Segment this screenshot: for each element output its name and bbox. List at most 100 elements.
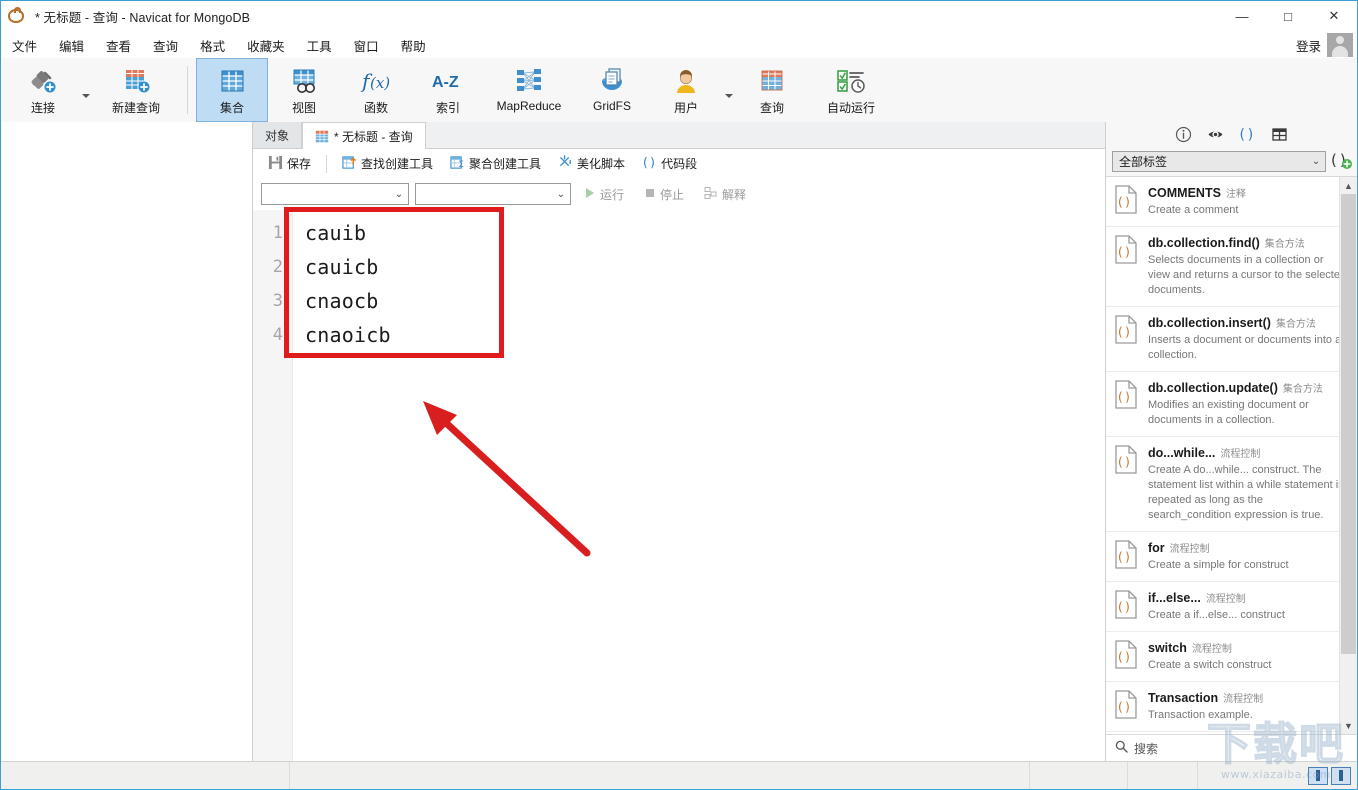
snippet-list[interactable]: ( ) COMMENTS 注释 Create a comment ( ) db.… bbox=[1106, 176, 1357, 734]
menu-window[interactable]: 窗口 bbox=[343, 33, 390, 58]
close-button[interactable]: ✕ bbox=[1311, 1, 1357, 31]
list-item[interactable]: ( ) db.collection.find() 集合方法 Selects do… bbox=[1106, 227, 1357, 307]
navicat-logo-icon bbox=[7, 6, 27, 26]
toolbar-collection[interactable]: 集合 bbox=[196, 58, 268, 122]
snippet-category: 流程控制 bbox=[1191, 644, 1232, 655]
menu-query[interactable]: 查询 bbox=[142, 33, 189, 58]
snippet-category: 流程控制 bbox=[1205, 594, 1246, 605]
list-item[interactable]: ( ) if...else... 流程控制 Create a if...else… bbox=[1106, 582, 1357, 632]
menu-tools[interactable]: 工具 bbox=[296, 33, 343, 58]
toolbar-gridfs[interactable]: GridFS bbox=[574, 58, 650, 122]
explain-button[interactable]: 解释 bbox=[697, 182, 753, 207]
menu-file[interactable]: 文件 bbox=[1, 33, 48, 58]
maximize-button[interactable]: □ bbox=[1265, 1, 1311, 31]
snippet-title: COMMENTS bbox=[1148, 186, 1221, 200]
query-tab-icon bbox=[315, 130, 329, 143]
menu-bar-right: 登录 bbox=[1296, 33, 1357, 57]
svg-text:( ): ( ) bbox=[1118, 245, 1130, 259]
chevron-up-icon[interactable]: ▲ bbox=[1340, 177, 1357, 194]
code-line: cauib bbox=[305, 221, 367, 245]
connection-dropdown-caret-icon[interactable] bbox=[79, 58, 93, 122]
aggregate-builder-button[interactable]: Σ 聚合创建工具 bbox=[443, 151, 548, 177]
toolbar-new-query[interactable]: 新建查询 bbox=[93, 58, 179, 122]
aggregate-builder-icon: Σ bbox=[450, 155, 465, 173]
add-snippet-icon[interactable]: ( ) bbox=[1331, 150, 1353, 173]
snippet-list-scrollbar[interactable]: ▲ ▼ bbox=[1339, 177, 1357, 734]
list-item[interactable]: ( ) db.collection.insert() 集合方法 Inserts … bbox=[1106, 307, 1357, 372]
query-combo-row: ⌄ ⌄ 运行 停止 解释 bbox=[253, 178, 1105, 210]
database-select[interactable]: ⌄ bbox=[415, 183, 571, 205]
query-editor-pane: 对象 * 无标题 - 查询 保存 查找创建工具 Σ 聚合创建工具 美化脚本 (… bbox=[253, 122, 1105, 761]
menu-view[interactable]: 查看 bbox=[95, 33, 142, 58]
info-icon[interactable] bbox=[1175, 125, 1193, 143]
toolbar-automation[interactable]: 自动运行 bbox=[808, 58, 894, 122]
toolbar-index[interactable]: A-Z 索引 bbox=[412, 58, 484, 122]
list-item[interactable]: ( ) switch 流程控制 Create a switch construc… bbox=[1106, 632, 1357, 682]
code-editor[interactable]: 1 2 3 4 cauib cauicb cnaocb cnaoicb bbox=[253, 210, 1105, 761]
save-button[interactable]: 保存 bbox=[261, 151, 318, 177]
run-icon bbox=[584, 187, 596, 202]
toolbar-query[interactable]: 查询 bbox=[736, 58, 808, 122]
index-icon: A-Z bbox=[430, 66, 466, 96]
beautify-script-button[interactable]: 美化脚本 bbox=[551, 151, 632, 177]
toolbar-view-label: 视图 bbox=[291, 101, 316, 115]
code-line: cnaoicb bbox=[305, 323, 391, 347]
snippet-search-box[interactable]: 搜索 bbox=[1106, 734, 1357, 761]
snippet-description: Inserts a document or documents into a c… bbox=[1148, 334, 1342, 361]
avatar-icon[interactable] bbox=[1327, 33, 1353, 57]
toolbar-group-connection: 连接 新建查询 bbox=[7, 58, 179, 122]
menu-favorites[interactable]: 收藏夹 bbox=[236, 33, 296, 58]
snippet-file-icon: ( ) bbox=[1114, 315, 1140, 345]
snippet-description: Selects documents in a collection or vie… bbox=[1148, 254, 1347, 296]
list-item[interactable]: ( ) do...while... 流程控制 Create A do...whi… bbox=[1106, 437, 1357, 532]
snippet-description: Create a if...else... construct bbox=[1148, 609, 1285, 621]
form-view-button[interactable] bbox=[1331, 766, 1351, 785]
stop-button[interactable]: 停止 bbox=[637, 182, 691, 207]
menu-help[interactable]: 帮助 bbox=[390, 33, 437, 58]
chevron-down-icon[interactable]: ▼ bbox=[1340, 717, 1357, 734]
connection-select[interactable]: ⌄ bbox=[261, 183, 409, 205]
list-item[interactable]: ( ) db.collection.update() 集合方法 Modifies… bbox=[1106, 372, 1357, 437]
list-item[interactable]: ( ) Transaction 流程控制 Transaction example… bbox=[1106, 682, 1357, 732]
toolbar-mapreduce[interactable]: MapReduce bbox=[484, 58, 574, 122]
user-dropdown-caret-icon[interactable] bbox=[722, 58, 736, 122]
snippet-description: Create a switch construct bbox=[1148, 659, 1272, 671]
editor-code-area[interactable]: cauib cauicb cnaocb cnaoicb bbox=[293, 210, 1105, 761]
snippet-title-row: switch 流程控制 bbox=[1148, 640, 1347, 655]
tab-untitled-query[interactable]: * 无标题 - 查询 bbox=[302, 122, 426, 149]
svg-text:(x): (x) bbox=[370, 74, 390, 92]
run-button[interactable]: 运行 bbox=[577, 182, 631, 207]
toolbar-function[interactable]: f (x) 函数 bbox=[340, 58, 412, 122]
svg-text:( ): ( ) bbox=[1118, 325, 1130, 339]
code-snippet-button[interactable]: ( ) 代码段 bbox=[635, 151, 704, 177]
tab-objects[interactable]: 对象 bbox=[253, 122, 303, 148]
menu-edit[interactable]: 编辑 bbox=[48, 33, 95, 58]
login-button[interactable]: 登录 bbox=[1296, 36, 1321, 55]
object-explorer-pane[interactable] bbox=[1, 122, 253, 761]
snippet-title: db.collection.update() bbox=[1148, 381, 1278, 395]
scrollbar-thumb[interactable] bbox=[1341, 194, 1356, 654]
query-toolbar-separator bbox=[326, 154, 328, 173]
grid-view-button[interactable] bbox=[1308, 766, 1328, 785]
toolbar-connection[interactable]: 连接 bbox=[7, 58, 79, 122]
toolbar-function-label: 函数 bbox=[363, 101, 388, 115]
list-item[interactable]: ( ) COMMENTS 注释 Create a comment bbox=[1106, 177, 1357, 227]
snippet-description: Create A do...while... construct. The st… bbox=[1148, 464, 1344, 521]
toolbar-user[interactable]: 用户 bbox=[650, 58, 722, 122]
find-builder-button[interactable]: 查找创建工具 bbox=[335, 151, 440, 177]
eye-icon[interactable] bbox=[1207, 125, 1225, 143]
search-icon bbox=[1115, 740, 1128, 756]
snippet-label-select[interactable]: 全部标签 ⌄ bbox=[1112, 150, 1326, 172]
snippet-file-icon: ( ) bbox=[1114, 445, 1140, 475]
toolbar-mapreduce-label: MapReduce bbox=[496, 99, 562, 113]
list-item[interactable]: ( ) for 流程控制 Create a simple for constru… bbox=[1106, 532, 1357, 582]
menu-format[interactable]: 格式 bbox=[189, 33, 236, 58]
snippet-file-icon: ( ) bbox=[1114, 185, 1140, 215]
code-snippet-icon[interactable]: ( ) bbox=[1239, 125, 1257, 143]
snippet-title: for bbox=[1148, 541, 1165, 555]
toolbar-separator bbox=[187, 66, 188, 114]
table-grid-icon[interactable] bbox=[1271, 125, 1289, 143]
toolbar-view[interactable]: 视图 bbox=[268, 58, 340, 122]
line-number: 2 bbox=[272, 257, 283, 277]
minimize-button[interactable]: — bbox=[1219, 1, 1265, 31]
